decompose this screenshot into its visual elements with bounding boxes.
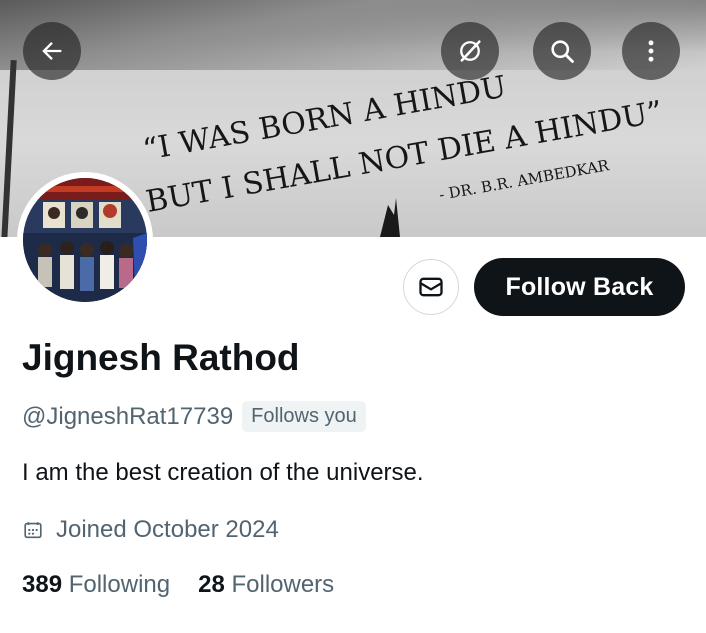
profile-bio: I am the best creation of the universe.	[22, 459, 424, 486]
followers-link[interactable]: 28 Followers	[198, 571, 334, 599]
avatar[interactable]	[17, 172, 153, 308]
arrow-left-icon	[42, 42, 62, 60]
grok-icon	[460, 40, 481, 62]
profile-handle: @JigneshRat17739	[22, 402, 234, 430]
followers-count: 28	[198, 571, 225, 598]
grok-button[interactable]	[441, 22, 499, 80]
profile-name: Jignesh Rathod	[22, 337, 300, 378]
calendar-icon	[24, 522, 42, 539]
following-count: 389	[22, 571, 63, 598]
more-vertical-icon	[648, 40, 654, 62]
avatar-image	[23, 178, 147, 302]
message-button[interactable]	[403, 259, 459, 315]
followers-label: Followers	[231, 571, 335, 598]
following-link[interactable]: 389 Following	[22, 571, 170, 599]
handle-row: @JigneshRat17739 Follows you	[22, 401, 366, 432]
search-icon	[551, 40, 574, 63]
joined-row: Joined October 2024	[22, 516, 279, 544]
search-button[interactable]	[533, 22, 591, 80]
more-button[interactable]	[622, 22, 680, 80]
mail-icon	[419, 277, 443, 297]
follow-stats: 389 Following 28 Followers	[22, 571, 334, 599]
back-button[interactable]	[23, 22, 81, 80]
follow-back-button[interactable]: Follow Back	[474, 258, 685, 316]
follows-you-badge: Follows you	[242, 401, 366, 432]
following-label: Following	[68, 571, 171, 598]
joined-date: Joined October 2024	[56, 516, 279, 543]
